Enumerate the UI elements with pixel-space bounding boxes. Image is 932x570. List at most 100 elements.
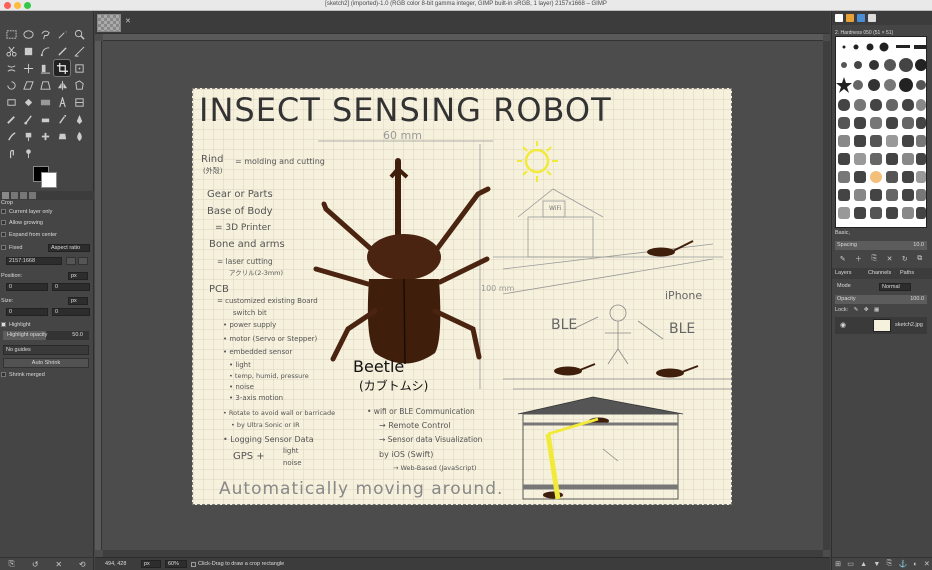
layer-mask-icon[interactable]: ◐ <box>913 561 917 568</box>
current-layer-only-option[interactable]: Current layer only <box>0 207 52 216</box>
brushes-tab-icon[interactable] <box>835 14 843 22</box>
open-as-image-icon[interactable]: ⧉ <box>917 255 922 263</box>
text-tool-icon[interactable] <box>54 94 70 110</box>
delete-brush-icon[interactable]: ✕ <box>887 255 893 263</box>
tab-channels[interactable]: Channels <box>868 270 891 276</box>
patterns-tab-icon[interactable] <box>846 14 854 22</box>
fonts-tab-icon[interactable] <box>857 14 865 22</box>
scissors-tool-icon[interactable] <box>3 43 19 59</box>
document-history-tab-icon[interactable] <box>868 14 876 22</box>
expand-from-center-checkbox[interactable] <box>1 232 6 237</box>
fuzzy-select-tool-icon[interactable] <box>54 26 70 42</box>
new-layer-group-icon[interactable]: ▭ <box>847 560 854 568</box>
rotate-tool-icon[interactable] <box>3 77 19 93</box>
unit-dropdown[interactable]: px <box>141 560 161 568</box>
undo-history-tab-icon[interactable] <box>20 192 27 199</box>
current-layer-only-checkbox[interactable] <box>1 209 6 214</box>
sketch-image[interactable]: INSECT SENSING ROBOT 60 mm 100 mm Rind (… <box>192 88 732 505</box>
gegl-tool-icon[interactable] <box>71 94 87 110</box>
flip-tool-icon[interactable] <box>54 77 70 93</box>
fixed-option[interactable]: Fixed <box>0 243 22 252</box>
fixed-checkbox[interactable] <box>1 245 6 250</box>
new-layer-icon[interactable]: ⊞ <box>835 560 841 568</box>
duplicate-brush-icon[interactable]: ⎘ <box>872 255 878 263</box>
bucket-fill-tool-icon[interactable] <box>20 94 36 110</box>
align-tool-icon[interactable] <box>37 60 53 76</box>
refresh-brushes-icon[interactable]: ↻ <box>902 255 908 263</box>
ink-tool-icon[interactable] <box>71 111 87 127</box>
layer-name[interactable]: sketch2.jpg <box>895 322 923 328</box>
size-width-field[interactable]: 0 <box>6 308 48 316</box>
delete-layer-icon[interactable]: ✕ <box>924 560 930 568</box>
save-options-icon[interactable]: ⎘ <box>7 559 16 569</box>
vertical-scrollbar[interactable] <box>823 41 830 550</box>
size-height-field[interactable]: 0 <box>52 308 90 316</box>
lock-alpha-icon[interactable]: ▦ <box>874 307 879 313</box>
tool-options-tab-icon[interactable] <box>2 192 9 199</box>
ellipse-select-tool-icon[interactable] <box>20 26 36 42</box>
edit-brush-icon[interactable]: ✎ <box>840 255 846 263</box>
tab-paths[interactable]: Paths <box>900 270 914 276</box>
highlight-checkbox[interactable] <box>1 322 6 327</box>
cage-tool-icon[interactable] <box>71 77 87 93</box>
smudge-tool-icon[interactable] <box>3 145 19 161</box>
lock-position-icon[interactable]: ✥ <box>864 307 869 313</box>
shrink-merged-checkbox[interactable] <box>1 372 6 377</box>
position-y-field[interactable]: 0 <box>52 283 90 291</box>
auto-shrink-button[interactable]: Auto Shrink <box>3 358 89 368</box>
heal-tool-icon[interactable] <box>37 128 53 144</box>
spacing-slider[interactable]: Spacing 10.0 <box>835 241 927 250</box>
mypaint-brush-tool-icon[interactable] <box>3 128 19 144</box>
guides-dropdown[interactable]: No guides <box>3 345 89 355</box>
zoom-dropdown[interactable]: 60% <box>165 560 187 568</box>
layer-row[interactable]: ◉ sketch2.jpg <box>835 317 927 334</box>
zoom-tool-icon[interactable] <box>71 26 87 42</box>
color-picker-tool-icon[interactable] <box>54 43 70 59</box>
lock-pixels-icon[interactable]: ✎ <box>854 307 859 313</box>
size-unit-dropdown[interactable]: px <box>68 297 88 305</box>
highlight-option[interactable]: Highlight <box>0 320 30 329</box>
portrait-icon[interactable] <box>66 257 76 265</box>
airbrush-tool-icon[interactable] <box>54 111 70 127</box>
allow-growing-option[interactable]: Allow growing <box>0 218 43 227</box>
brush-grid[interactable] <box>835 36 927 228</box>
position-unit-dropdown[interactable]: px <box>68 272 88 280</box>
highlight-opacity-slider[interactable]: Highlight opacity 50.0 <box>3 331 89 340</box>
fixed-mode-dropdown[interactable]: Aspect ratio <box>48 244 90 252</box>
close-image-tab-icon[interactable]: ✕ <box>125 18 132 25</box>
blend-tool-icon[interactable] <box>37 94 53 110</box>
blur-tool-icon[interactable] <box>71 128 87 144</box>
move-tool-icon[interactable] <box>20 60 36 76</box>
landscape-icon[interactable] <box>78 257 88 265</box>
paintbrush-tool-icon[interactable] <box>20 111 36 127</box>
layer-mode-dropdown[interactable]: Normal <box>879 283 911 291</box>
delete-options-icon[interactable]: ✕ <box>54 560 63 569</box>
shrink-merged-option[interactable]: Shrink merged <box>0 370 45 379</box>
perspective-clone-tool-icon[interactable] <box>54 128 70 144</box>
dodge-burn-tool-icon[interactable] <box>20 145 36 161</box>
duplicate-layer-icon[interactable]: ⎘ <box>887 560 893 568</box>
reset-options-icon[interactable]: ⟲ <box>78 560 87 569</box>
new-brush-icon[interactable]: ＋ <box>855 254 862 264</box>
handle-transform-tool-icon[interactable] <box>3 94 19 110</box>
rect-select-tool-icon[interactable] <box>3 26 19 42</box>
foreground-select-tool-icon[interactable] <box>20 43 36 59</box>
tab-layers[interactable]: Layers <box>835 270 852 276</box>
perspective-tool-icon[interactable] <box>37 77 53 93</box>
anchor-layer-icon[interactable]: ⚓ <box>898 560 907 568</box>
lower-layer-icon[interactable]: ▼ <box>873 561 880 568</box>
allow-growing-checkbox[interactable] <box>1 220 6 225</box>
crop-tool-icon[interactable] <box>53 59 71 77</box>
raise-layer-icon[interactable]: ▲ <box>860 561 867 568</box>
unified-transform-tool-icon[interactable] <box>71 60 87 76</box>
images-tab-icon[interactable] <box>29 192 36 199</box>
lasso-tool-icon[interactable] <box>37 26 53 42</box>
device-status-tab-icon[interactable] <box>11 192 18 199</box>
horizontal-scrollbar[interactable] <box>103 550 823 557</box>
aspect-ratio-field[interactable]: 2157:1668 <box>6 257 62 265</box>
paths-tool-icon[interactable] <box>37 43 53 59</box>
pencil-tool-icon[interactable] <box>3 111 19 127</box>
layer-opacity-slider[interactable]: Opacity 100.0 <box>835 295 927 304</box>
clone-tool-icon[interactable] <box>20 128 36 144</box>
vertical-ruler[interactable] <box>95 41 102 550</box>
